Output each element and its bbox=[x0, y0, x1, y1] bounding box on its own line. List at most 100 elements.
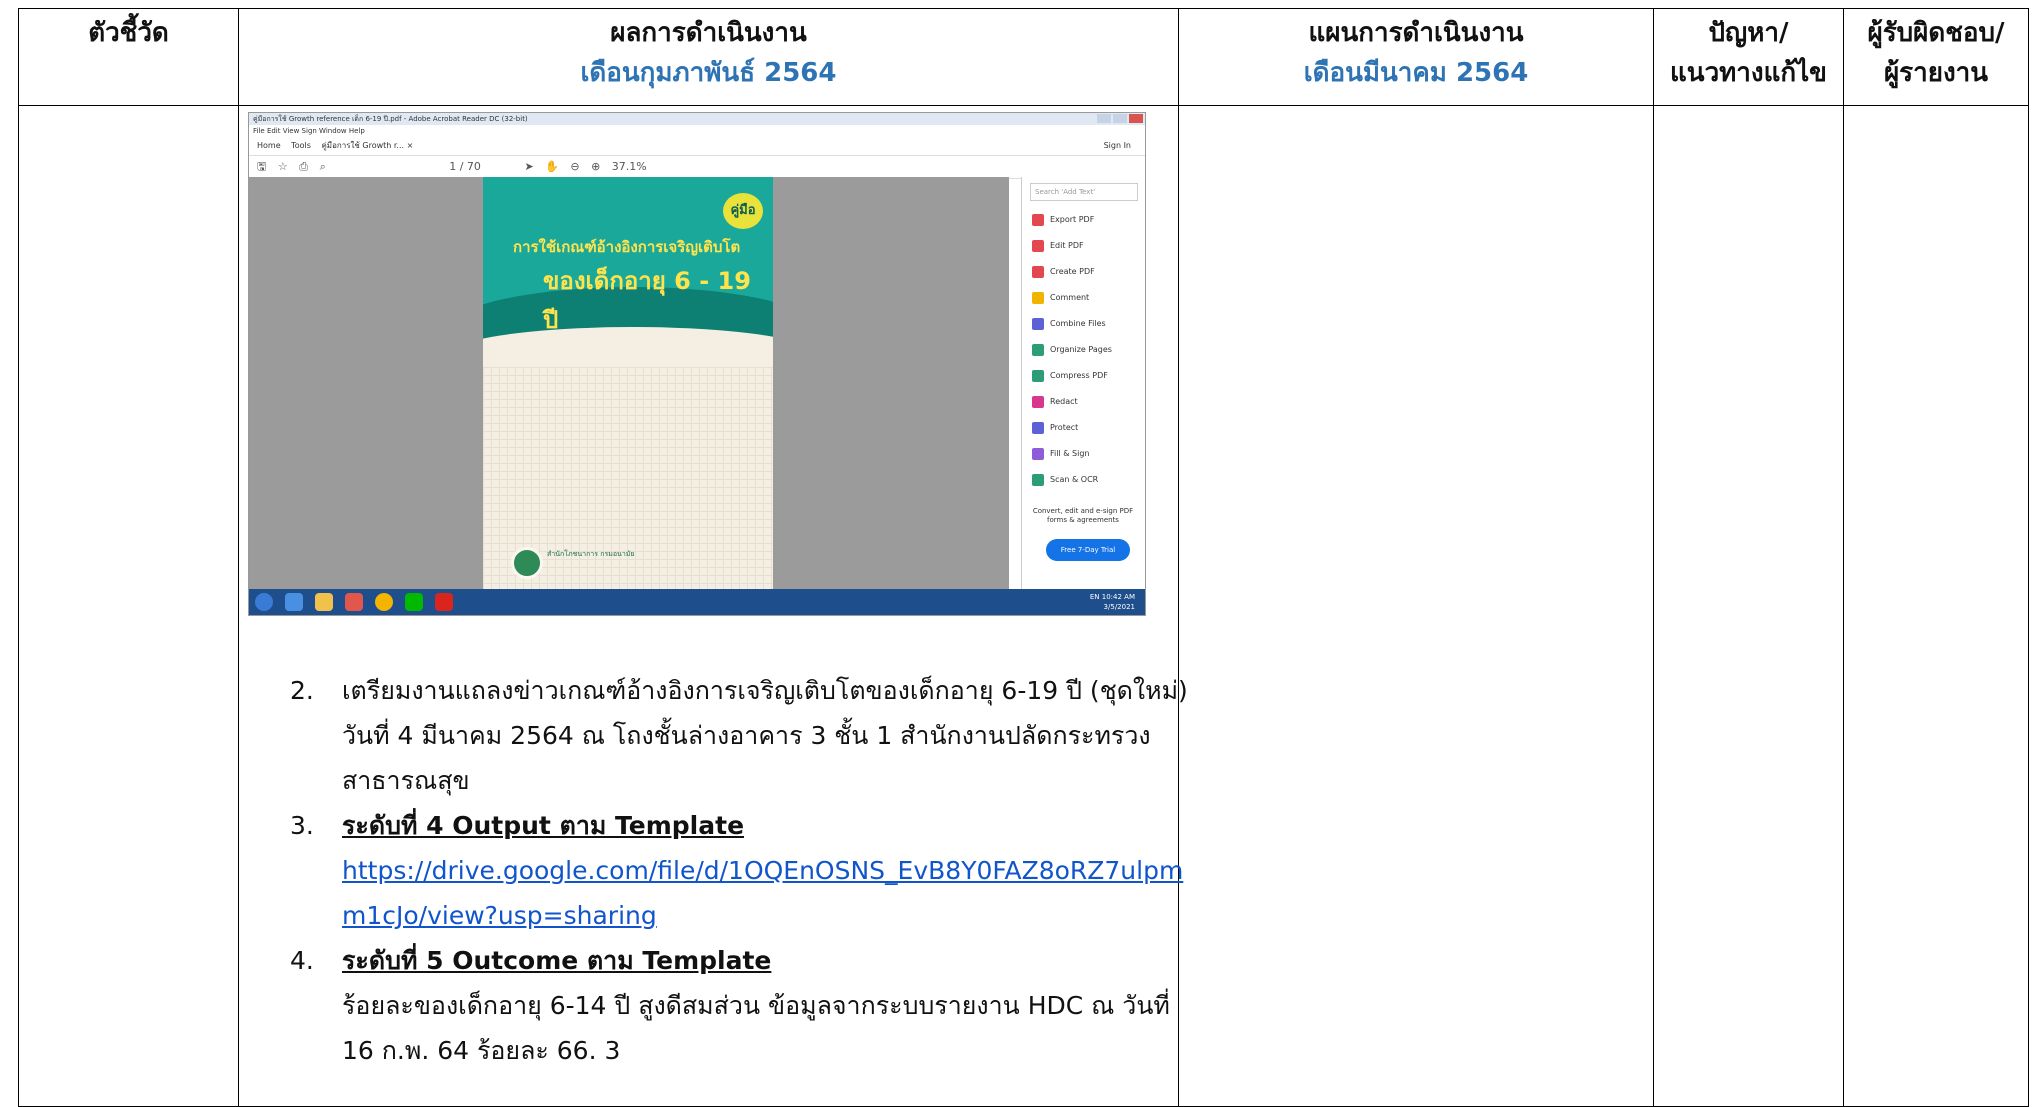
tool-label: Edit PDF bbox=[1050, 241, 1084, 250]
tool-item: Combine Files bbox=[1022, 311, 1145, 337]
tool-label: Fill & Sign bbox=[1050, 449, 1090, 458]
header-plan: แผนการดำเนินงาน เดือนมีนาคม 2564 bbox=[1178, 8, 1654, 106]
tool-label: Scan & OCR bbox=[1050, 475, 1099, 484]
results-list: 2. เตรียมงานแถลงข่าวเกณฑ์อ้างอิงการเจริญ… bbox=[290, 668, 1190, 1073]
acrobat-icon bbox=[435, 593, 453, 611]
header-results-title: ผลการดำเนินงาน bbox=[610, 18, 807, 48]
list-number: 3. bbox=[290, 811, 314, 840]
minimize-icon bbox=[1097, 114, 1111, 123]
list-item-2: 2. เตรียมงานแถลงข่าวเกณฑ์อ้างอิงการเจริญ… bbox=[290, 668, 1190, 803]
tool-item: Create PDF bbox=[1022, 259, 1145, 285]
list-item-heading: ระดับที่ 4 Output ตาม Template bbox=[342, 811, 745, 840]
sign-in-link: Sign In bbox=[1103, 141, 1131, 150]
cell-indicator bbox=[18, 105, 239, 1107]
tool-icon bbox=[1032, 213, 1044, 226]
list-item-text: ร้อยละของเด็กอายุ 6-14 ปี สูงดีสมส่วน ข้… bbox=[342, 991, 1170, 1065]
folder-icon bbox=[315, 593, 333, 611]
tools-list: Export PDF Edit PDF Create PDF Comment Combi… bbox=[1022, 207, 1145, 493]
acrobat-screenshot: คู่มือการใช้ Growth reference เด็ก 6-19 … bbox=[248, 112, 1146, 616]
tool-icon bbox=[1032, 421, 1044, 434]
clock-time: 10:42 AM bbox=[1101, 593, 1135, 601]
page-indicator: 1 / 70 bbox=[449, 160, 481, 173]
tools-panel: Search 'Add Text' Export PDF Edit PDF Crea… bbox=[1021, 177, 1145, 589]
tools-search: Search 'Add Text' bbox=[1030, 183, 1138, 201]
tool-icon bbox=[1032, 265, 1044, 278]
pointer-icon: ➤ bbox=[524, 160, 534, 173]
line-icon bbox=[405, 593, 423, 611]
header-problem-line2: แนวทางแก้ไข bbox=[1670, 58, 1827, 88]
header-plan-month: เดือนมีนาคม 2564 bbox=[1303, 58, 1529, 88]
acrobat-tabs: Home Tools คู่มือการใช้ Growth r... × Si… bbox=[249, 137, 1145, 156]
taskbar-clock: EN 10:42 AM 3/5/2021 bbox=[1090, 592, 1135, 612]
cover-title-line1: การใช้เกณฑ์อ้างอิงการเจริญเติบโต bbox=[513, 238, 741, 256]
save-icon: 🖫 bbox=[257, 160, 267, 173]
header-results: ผลการดำเนินงาน เดือนกุมภาพันธ์ 2564 bbox=[238, 8, 1179, 106]
chrome-icon bbox=[375, 593, 393, 611]
cell-owner bbox=[1843, 105, 2029, 1107]
list-item-text: เตรียมงานแถลงข่าวเกณฑ์อ้างอิงการเจริญเติ… bbox=[342, 676, 1188, 795]
pdf-cover: คู่มือ การใช้เกณฑ์อ้างอิงการเจริญเติบโต … bbox=[483, 177, 773, 589]
tool-label: Redact bbox=[1050, 397, 1078, 406]
google-drive-link[interactable]: https://drive.google.com/file/d/1OQEnOSN… bbox=[342, 856, 1183, 930]
ministry-logo bbox=[511, 547, 543, 579]
header-row: ตัวชี้วัด ผลการดำเนินงาน เดือนกุมภาพันธ์… bbox=[18, 8, 2029, 106]
tool-icon bbox=[1032, 291, 1044, 304]
acrobat-menubar: File Edit View Sign Window Help bbox=[249, 125, 1145, 137]
list-item-heading: ระดับที่ 5 Outcome ตาม Template bbox=[342, 946, 772, 975]
tool-label: Compress PDF bbox=[1050, 371, 1108, 380]
zoom-in-icon: ⊕ bbox=[591, 160, 601, 173]
tool-item: Compress PDF bbox=[1022, 363, 1145, 389]
print-icon: ⎙ bbox=[299, 160, 309, 173]
header-indicator-label: ตัวชี้วัด bbox=[88, 18, 169, 48]
tool-icon bbox=[1032, 369, 1044, 382]
tool-icon bbox=[1032, 473, 1044, 486]
tool-label: Create PDF bbox=[1050, 267, 1095, 276]
tool-label: Organize Pages bbox=[1050, 345, 1112, 354]
cell-problem bbox=[1653, 105, 1844, 1107]
tool-item: Organize Pages bbox=[1022, 337, 1145, 363]
tab-tools: Tools bbox=[291, 141, 311, 150]
tool-item: Fill & Sign bbox=[1022, 441, 1145, 467]
cover-badge: คู่มือ bbox=[723, 193, 763, 229]
tool-item: Scan & OCR bbox=[1022, 467, 1145, 493]
tool-item: Redact bbox=[1022, 389, 1145, 415]
promo-text: Convert, edit and e-sign PDF forms & agr… bbox=[1032, 507, 1134, 524]
tool-item: Comment bbox=[1022, 285, 1145, 311]
zoom-level: 37.1% bbox=[611, 160, 647, 173]
list-item-4: 4. ระดับที่ 5 Outcome ตาม Template ร้อยล… bbox=[290, 938, 1190, 1073]
header-indicator: ตัวชี้วัด bbox=[18, 8, 239, 106]
tool-item: Export PDF bbox=[1022, 207, 1145, 233]
list-item-3: 3. ระดับที่ 4 Output ตาม Template https:… bbox=[290, 803, 1190, 938]
tool-icon bbox=[1032, 239, 1044, 252]
tool-item: Protect bbox=[1022, 415, 1145, 441]
header-results-month: เดือนกุมภาพันธ์ 2564 bbox=[580, 58, 837, 88]
pdf-viewer: คู่มือ การใช้เกณฑ์อ้างอิงการเจริญเติบโต … bbox=[249, 177, 1009, 589]
hand-icon: ✋ bbox=[545, 160, 559, 173]
acrobat-menu-items: File Edit View Sign Window Help bbox=[253, 127, 365, 135]
cover-title-line2: ของเด็กอายุ 6 - 19 ปี bbox=[543, 267, 751, 334]
maximize-icon bbox=[1113, 114, 1127, 123]
tool-label: Protect bbox=[1050, 423, 1079, 432]
acrobat-window-title: คู่มือการใช้ Growth reference เด็ก 6-19 … bbox=[253, 115, 528, 123]
cover-publisher: สำนักโภชนาการ กรมอนามัย bbox=[547, 550, 635, 558]
tool-item: Edit PDF bbox=[1022, 233, 1145, 259]
close-icon bbox=[1129, 114, 1143, 123]
acrobat-toolbar: 🖫 ☆ ⎙ ⌕ 1 / 70 ➤ ✋ ⊖ ⊕ 37.1% bbox=[249, 156, 1145, 179]
cell-plan bbox=[1178, 105, 1654, 1107]
tool-label: Comment bbox=[1050, 293, 1090, 302]
list-number: 4. bbox=[290, 946, 314, 975]
document-page: ตัวชี้วัด ผลการดำเนินงาน เดือนกุมภาพันธ์… bbox=[0, 0, 2033, 1107]
header-owner-line1: ผู้รับผิดชอบ/ bbox=[1867, 18, 2005, 48]
tool-label: Combine Files bbox=[1050, 319, 1106, 328]
tool-icon bbox=[1032, 395, 1044, 408]
zoom-icon: ⌕ bbox=[319, 160, 326, 173]
taskbar-lang: EN bbox=[1089, 593, 1100, 601]
header-owner-line2: ผู้รายงาน bbox=[1883, 58, 1989, 88]
header-problem-line1: ปัญหา/ bbox=[1708, 18, 1789, 48]
trial-button: Free 7-Day Trial bbox=[1046, 539, 1130, 561]
zoom-out-icon: ⊖ bbox=[570, 160, 580, 173]
header-plan-title: แผนการดำเนินงาน bbox=[1308, 18, 1524, 48]
star-icon: ☆ bbox=[277, 160, 288, 173]
tool-icon bbox=[1032, 317, 1044, 330]
tool-label: Export PDF bbox=[1050, 215, 1095, 224]
